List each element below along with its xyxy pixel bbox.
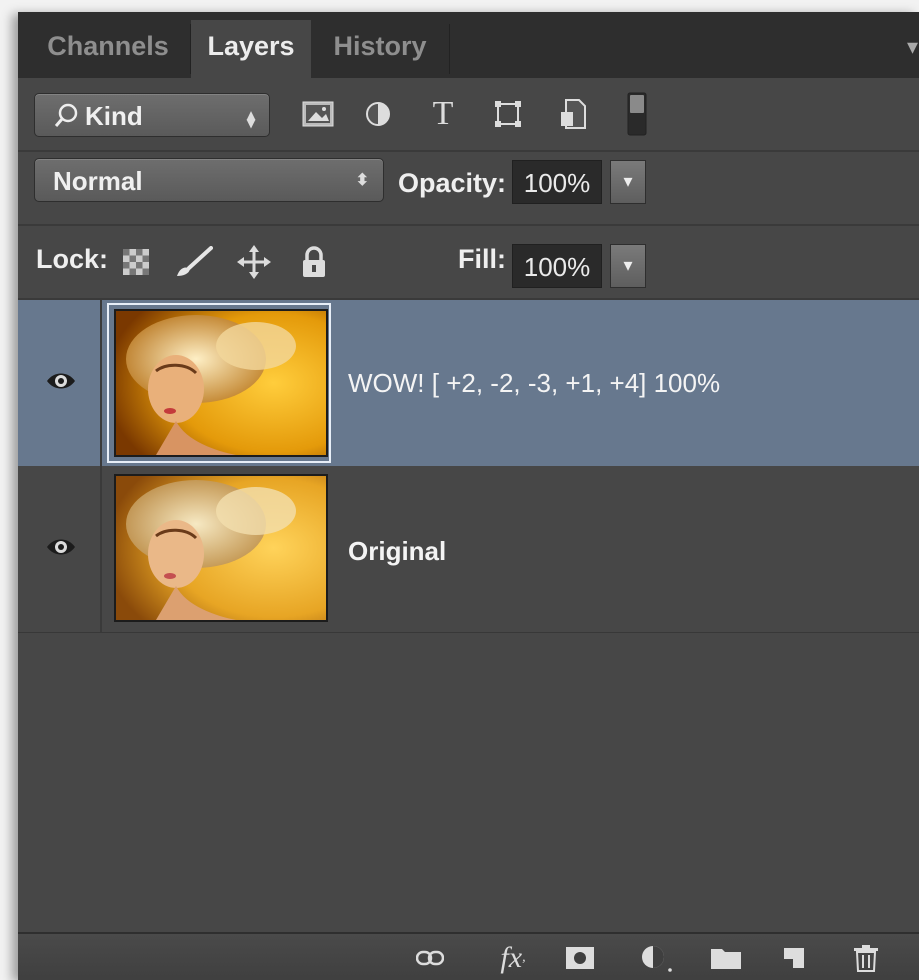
layers-bottom-toolbar: fx, [18, 932, 919, 980]
lock-image-pixels-icon[interactable] [168, 226, 218, 298]
lock-label: Lock: [36, 244, 109, 274]
shape-layer-filter-icon[interactable] [488, 78, 528, 150]
layer-row[interactable]: WOW! [ +2, -2, -3, +1, +4] 100% [18, 300, 919, 468]
updown-arrows-icon: ▾ [246, 115, 255, 132]
opacity-slider-button[interactable]: ▾ [610, 160, 646, 204]
panel-menu-icon[interactable]: ▾ [907, 34, 919, 60]
layer-thumbnail[interactable] [114, 309, 328, 457]
pixel-layer-filter-icon[interactable] [298, 78, 338, 150]
layer-thumbnail[interactable] [114, 474, 328, 622]
visibility-cell [18, 466, 102, 632]
opacity-label: Opacity: [398, 168, 507, 198]
layer-name[interactable]: WOW! [ +2, -2, -3, +1, +4] 100% [348, 368, 720, 399]
panel-tab-bar: Channels Layers History ▾ [18, 12, 919, 78]
lock-row: Lock: Fill: 100% ▾ [18, 226, 919, 300]
search-icon [51, 95, 81, 148]
tab-divider [449, 24, 450, 74]
trash-icon[interactable] [844, 934, 888, 980]
filter-kind-dropdown[interactable]: Kind ▴ ▾ [34, 93, 270, 137]
eye-icon[interactable] [46, 536, 76, 563]
tab-channels[interactable]: Channels [28, 20, 188, 78]
layer-row[interactable]: Original [18, 466, 919, 634]
fx-icon[interactable]: fx, [488, 934, 538, 980]
visibility-cell [18, 300, 102, 466]
blend-mode-dropdown[interactable]: Normal ⬍ [34, 158, 384, 202]
lock-all-icon[interactable] [294, 226, 334, 298]
smart-object-filter-icon[interactable] [553, 78, 593, 150]
folder-icon[interactable] [704, 934, 748, 980]
layer-mask-icon[interactable] [560, 934, 600, 980]
link-layers-icon[interactable] [410, 934, 450, 980]
blend-mode-value: Normal [53, 166, 143, 196]
filter-toggle-switch[interactable] [623, 78, 651, 150]
new-layer-icon[interactable] [774, 934, 814, 980]
lock-transparent-pixels-icon[interactable] [118, 226, 154, 298]
filter-kind-label: Kind [85, 101, 143, 131]
lock-position-icon[interactable] [234, 226, 274, 298]
fill-input[interactable]: 100% [512, 244, 602, 288]
layers-empty-area [18, 633, 919, 933]
updown-arrows-icon: ⬍ [355, 172, 369, 189]
blend-row: Normal ⬍ Opacity: 100% ▾ [18, 152, 919, 226]
fill-slider-button[interactable]: ▾ [610, 244, 646, 288]
fill-label: Fill: [458, 244, 506, 274]
layer-name[interactable]: Original [348, 536, 446, 567]
opacity-input[interactable]: 100% [512, 160, 602, 204]
filter-row: Kind ▴ ▾ T [18, 78, 919, 152]
tab-history[interactable]: History [312, 20, 448, 78]
adjustment-layer-filter-icon[interactable] [358, 78, 398, 150]
adjustment-layer-icon[interactable] [634, 934, 680, 980]
layers-panel: Channels Layers History ▾ Kind ▴ ▾ T Nor… [18, 12, 919, 980]
eye-icon[interactable] [46, 370, 76, 397]
tab-layers[interactable]: Layers [191, 20, 311, 78]
type-layer-filter-icon[interactable]: T [423, 78, 463, 150]
